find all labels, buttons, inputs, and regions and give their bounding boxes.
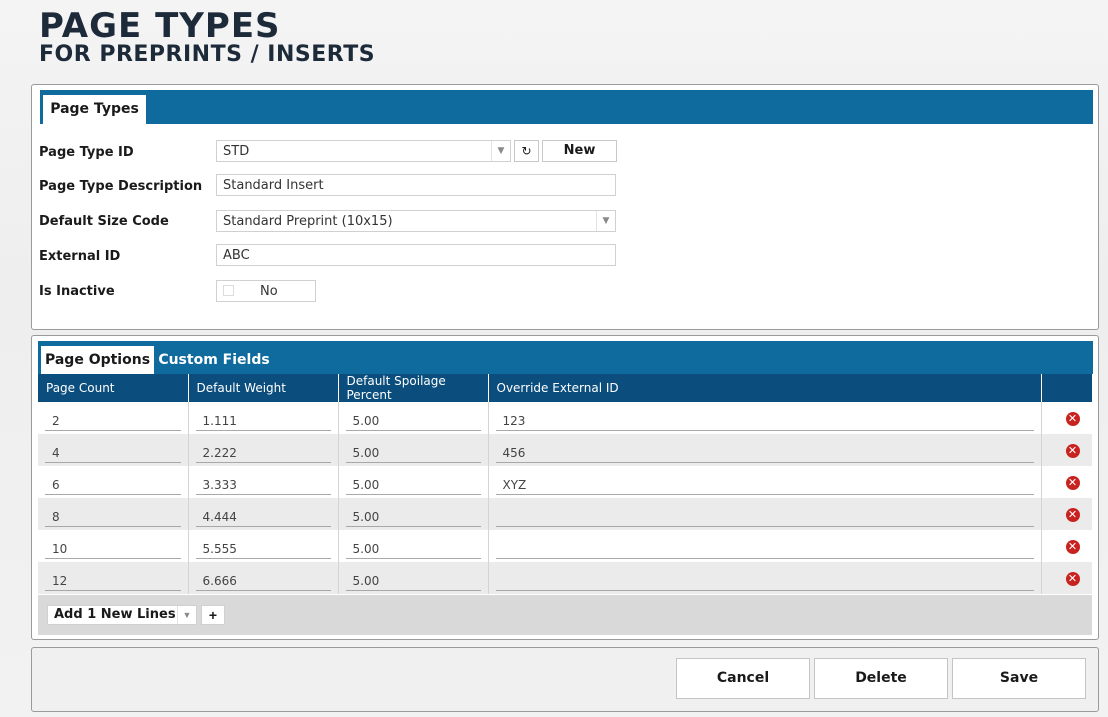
override-external-id-cell[interactable]: XYZ: [495, 474, 1034, 495]
is-inactive-value: No: [260, 284, 278, 299]
page-types-panel: Page Types Page Type ID STD ▼ ↻ New Page…: [31, 84, 1099, 330]
table-row: 8 4.444 5.00 ✕: [38, 498, 1092, 530]
override-external-id-cell[interactable]: 123: [495, 410, 1034, 431]
page-count-cell[interactable]: 10: [45, 538, 181, 559]
table-row: 10 5.555 5.00 ✕: [38, 530, 1092, 562]
delete-button[interactable]: Delete: [814, 658, 948, 699]
size-code-value: Standard Preprint (10x15): [223, 214, 393, 229]
spoilage-percent-cell[interactable]: 5.00: [345, 474, 481, 495]
save-button[interactable]: Save: [952, 658, 1086, 699]
add-lines-label: Add 1 New Lines: [54, 607, 176, 622]
delete-row-icon[interactable]: ✕: [1065, 539, 1080, 554]
default-weight-cell[interactable]: 4.444: [195, 506, 331, 527]
page-count-cell[interactable]: 12: [45, 570, 181, 591]
override-external-id-cell[interactable]: [495, 538, 1034, 559]
column-header: [1041, 374, 1093, 402]
default-weight-cell[interactable]: 2.222: [195, 442, 331, 463]
grid-header-row: Page Count Default Weight Default Spoila…: [38, 374, 1093, 402]
delete-row-icon[interactable]: ✕: [1065, 411, 1080, 426]
page-count-cell[interactable]: 6: [45, 474, 181, 495]
size-code-label: Default Size Code: [39, 214, 169, 229]
page-type-id-select[interactable]: STD ▼: [216, 140, 511, 162]
action-panel: Cancel Delete Save: [31, 647, 1099, 712]
description-label: Page Type Description: [39, 179, 203, 194]
page-subtitle: FOR PREPRINTS / INSERTS: [39, 42, 376, 67]
chevron-down-icon[interactable]: ▼: [596, 211, 615, 231]
column-header[interactable]: Override External ID: [488, 374, 1042, 402]
spoilage-percent-cell[interactable]: 5.00: [345, 442, 481, 463]
column-header[interactable]: Default Spoilage Percent: [338, 374, 489, 402]
delete-row-icon[interactable]: ✕: [1065, 507, 1080, 522]
page-type-id-value: STD: [223, 144, 250, 159]
spoilage-percent-cell[interactable]: 5.00: [345, 410, 481, 431]
page-options-panel: Page Options Custom Fields Page Count De…: [31, 335, 1099, 640]
tab-page-types[interactable]: Page Types: [43, 95, 146, 124]
chevron-down-icon[interactable]: ▼: [491, 141, 510, 161]
page-type-id-label: Page Type ID: [39, 145, 134, 160]
page-count-cell[interactable]: 4: [45, 442, 181, 463]
delete-row-icon[interactable]: ✕: [1065, 571, 1080, 586]
page-options-grid: Page Count Default Weight Default Spoila…: [38, 374, 1093, 594]
external-id-label: External ID: [39, 249, 121, 264]
page-types-tabbar: Page Types: [40, 90, 1093, 124]
delete-row-icon[interactable]: ✕: [1065, 475, 1080, 490]
add-lines-button[interactable]: +: [201, 605, 225, 625]
is-inactive-label: Is Inactive: [39, 284, 115, 299]
refresh-icon: ↻: [521, 144, 532, 158]
override-external-id-cell[interactable]: [495, 570, 1034, 591]
spoilage-percent-cell[interactable]: 5.00: [345, 506, 481, 527]
chevron-down-icon[interactable]: ▼: [177, 606, 196, 624]
tab-page-options[interactable]: Page Options: [41, 346, 154, 375]
is-inactive-toggle[interactable]: No: [216, 280, 316, 302]
description-input[interactable]: Standard Insert: [216, 174, 616, 196]
default-weight-cell[interactable]: 1.111: [195, 410, 331, 431]
external-id-input[interactable]: ABC: [216, 244, 616, 266]
default-weight-cell[interactable]: 3.333: [195, 474, 331, 495]
column-header[interactable]: Page Count: [38, 374, 189, 402]
table-row: 2 1.111 5.00 123 ✕: [38, 402, 1092, 434]
page-title: PAGE TYPES: [39, 6, 281, 46]
new-button[interactable]: New: [542, 140, 617, 162]
page-count-cell[interactable]: 2: [45, 410, 181, 431]
table-row: 4 2.222 5.00 456 ✕: [38, 434, 1092, 466]
table-row: 12 6.666 5.00 ✕: [38, 562, 1092, 594]
default-weight-cell[interactable]: 5.555: [195, 538, 331, 559]
spoilage-percent-cell[interactable]: 5.00: [345, 538, 481, 559]
override-external-id-cell[interactable]: [495, 506, 1034, 527]
grid-footer: Add 1 New Lines ▼ +: [38, 595, 1092, 635]
refresh-button[interactable]: ↻: [514, 140, 539, 162]
column-header[interactable]: Default Weight: [188, 374, 339, 402]
page-count-cell[interactable]: 8: [45, 506, 181, 527]
override-external-id-cell[interactable]: 456: [495, 442, 1034, 463]
checkbox-icon[interactable]: [223, 285, 234, 296]
table-row: 6 3.333 5.00 XYZ ✕: [38, 466, 1092, 498]
cancel-button[interactable]: Cancel: [676, 658, 810, 699]
spoilage-percent-cell[interactable]: 5.00: [345, 570, 481, 591]
delete-row-icon[interactable]: ✕: [1065, 443, 1080, 458]
tab-custom-fields[interactable]: Custom Fields: [158, 346, 270, 375]
page-options-tabbar: Page Options Custom Fields: [38, 341, 1093, 375]
add-lines-select[interactable]: Add 1 New Lines ▼: [47, 605, 197, 625]
size-code-select[interactable]: Standard Preprint (10x15) ▼: [216, 210, 616, 232]
default-weight-cell[interactable]: 6.666: [195, 570, 331, 591]
